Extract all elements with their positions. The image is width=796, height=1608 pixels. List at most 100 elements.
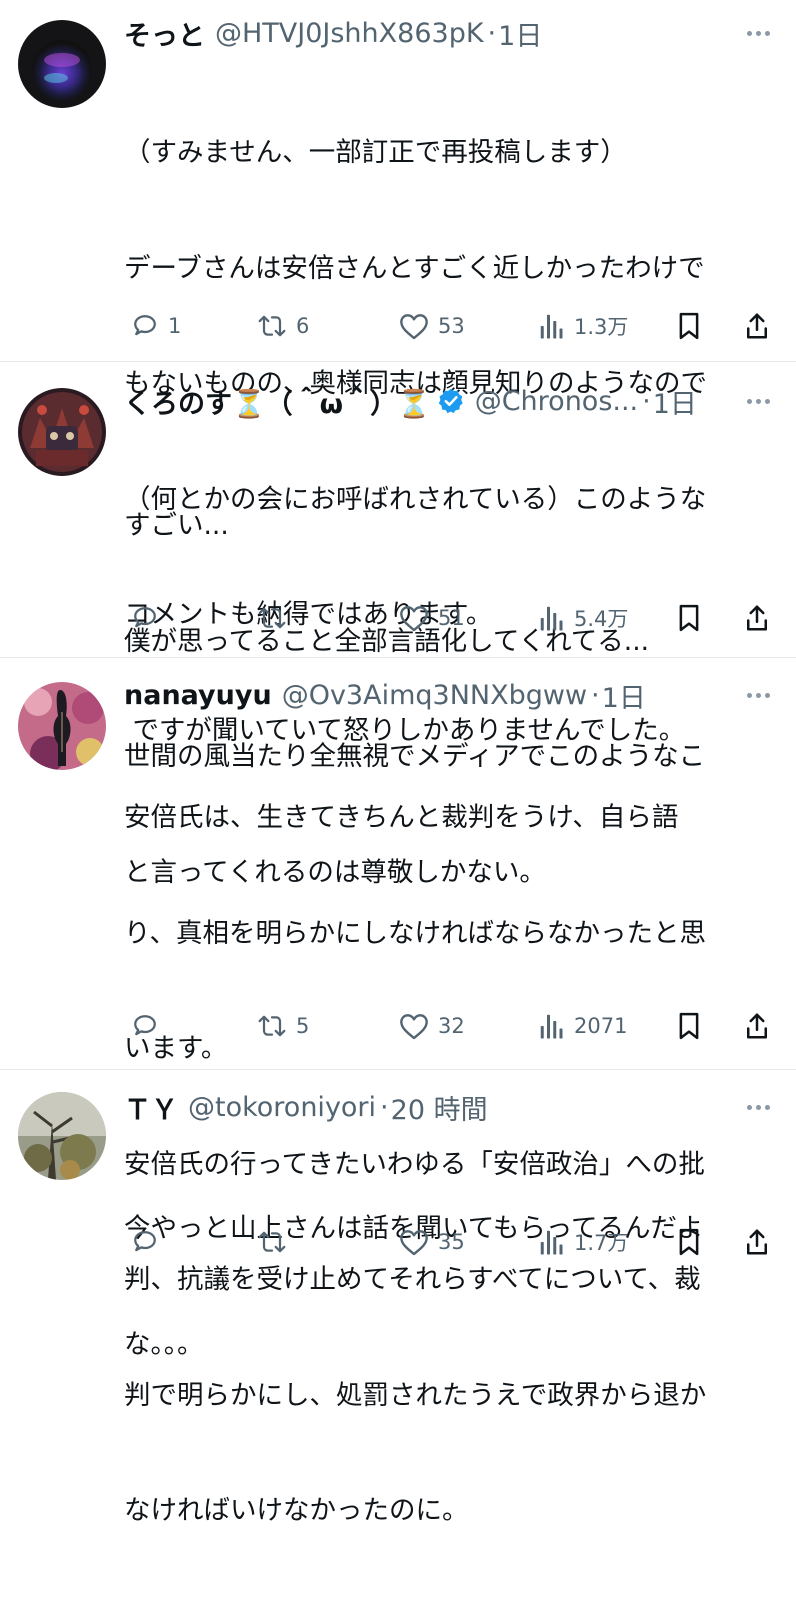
reply-icon xyxy=(130,1011,160,1041)
more-icon[interactable] xyxy=(747,1087,770,1127)
tweet-text: 今やっと山上さんは話を聞いてもらってるんだよ な。。。 xyxy=(124,1133,774,1441)
heart-icon xyxy=(398,603,430,633)
retweet-button[interactable]: 5 xyxy=(256,1006,309,1046)
action-bar: 5 32 2071 xyxy=(124,1006,776,1046)
display-name[interactable]: そっと xyxy=(124,14,205,53)
bookmark-button[interactable] xyxy=(676,306,702,346)
views-icon xyxy=(538,1227,566,1257)
retweet-count: 5 xyxy=(296,1014,310,1038)
reply-icon xyxy=(130,311,160,341)
more-icon[interactable] xyxy=(747,13,770,53)
retweet-count: 6 xyxy=(296,314,310,338)
avatar[interactable] xyxy=(18,388,106,476)
views-count: 1.3万 xyxy=(574,315,629,339)
display-name[interactable]: ＴＹ xyxy=(124,1088,178,1127)
bookmark-button[interactable] xyxy=(676,1222,702,1262)
separator-dot: · xyxy=(487,17,497,49)
heart-icon xyxy=(398,1011,430,1041)
retweet-button[interactable] xyxy=(256,598,296,638)
retweet-icon xyxy=(256,1011,288,1041)
like-button[interactable]: 35 xyxy=(398,1222,465,1262)
verified-badge-icon xyxy=(437,387,465,415)
more-icon[interactable] xyxy=(747,675,770,715)
text-line: なければいけなかったのに。 xyxy=(124,1495,469,1526)
display-name[interactable]: nanayuyu xyxy=(124,680,272,711)
reply-icon xyxy=(130,603,160,633)
avatar[interactable] xyxy=(18,20,106,108)
action-bar: 1 6 53 1.3万 xyxy=(124,306,776,346)
retweet-button[interactable]: 6 xyxy=(256,306,309,346)
retweet-icon xyxy=(256,603,288,633)
separator-dot: · xyxy=(591,679,600,711)
share-button[interactable] xyxy=(744,306,770,346)
share-icon xyxy=(744,1011,770,1041)
separator-dot: · xyxy=(642,385,651,417)
reply-button[interactable]: 1 xyxy=(130,306,181,346)
timestamp[interactable]: 1日 xyxy=(602,676,646,715)
display-name[interactable]: くろのす⏳（＾ω＾）⏳ xyxy=(124,382,431,421)
text-line: すごい... xyxy=(124,510,229,541)
views-count: 1.7万 xyxy=(574,1231,629,1255)
user-handle[interactable]: @Chronos... xyxy=(475,386,638,417)
heart-icon xyxy=(398,1227,430,1257)
views-icon xyxy=(538,311,566,341)
timestamp[interactable]: 1日 xyxy=(498,14,542,53)
like-button[interactable]: 32 xyxy=(398,1006,465,1046)
more-icon[interactable] xyxy=(747,381,770,421)
views-button[interactable]: 1.7万 xyxy=(538,1222,628,1262)
heart-icon xyxy=(398,311,430,341)
action-bar: 35 1.7万 xyxy=(124,1222,776,1262)
user-handle[interactable]: @Ov3Aimq3NNXbgww xyxy=(282,680,587,711)
tweet[interactable]: ＴＹ @tokoroniyori · 20 時間 今やっと山上さんは話を聞いても… xyxy=(0,1070,796,1360)
tweet[interactable]: nanayuyu @Ov3Aimq3NNXbgww · 1日 安倍氏は、生きてき… xyxy=(0,658,796,1526)
bookmark-icon xyxy=(676,603,702,633)
user-handle[interactable]: @HTVJ0JshhX863pK xyxy=(215,18,484,49)
views-icon xyxy=(538,1011,566,1041)
views-button[interactable]: 5.4万 xyxy=(538,598,628,638)
timestamp[interactable]: 1日 xyxy=(653,382,697,421)
views-button[interactable]: 1.3万 xyxy=(538,306,628,346)
retweet-button[interactable] xyxy=(256,1222,296,1262)
views-icon xyxy=(538,603,566,633)
retweet-icon xyxy=(256,1227,288,1257)
share-button[interactable] xyxy=(744,598,770,638)
like-button[interactable]: 53 xyxy=(398,306,465,346)
tweet[interactable]: くろのす⏳（＾ω＾）⏳ @Chronos... · 1日 すごい... 僕が思っ… xyxy=(0,362,796,888)
avatar[interactable] xyxy=(18,1092,106,1180)
separator-dot: · xyxy=(380,1091,389,1123)
bookmark-button[interactable] xyxy=(676,598,702,638)
bookmark-icon xyxy=(676,1011,702,1041)
tweet-header: そっと @HTVJ0JshhX863pK · 1日 xyxy=(124,13,770,53)
like-button[interactable]: 51 xyxy=(398,598,465,638)
tweet-header: ＴＹ @tokoroniyori · 20 時間 xyxy=(124,1087,770,1127)
views-count: 5.4万 xyxy=(574,607,629,631)
reply-button[interactable] xyxy=(130,1006,168,1046)
share-button[interactable] xyxy=(744,1006,770,1046)
tweet-header: くろのす⏳（＾ω＾）⏳ @Chronos... · 1日 xyxy=(124,381,770,421)
share-icon xyxy=(744,603,770,633)
text-line: な。。。 xyxy=(124,1328,204,1360)
tweet[interactable]: そっと @HTVJ0JshhX863pK · 1日 （すみません、一部訂正で再投… xyxy=(0,0,796,746)
like-count: 53 xyxy=(438,314,465,338)
reply-button[interactable] xyxy=(130,598,168,638)
text-line: デーブさんは安倍さんとすごく近しかったわけで xyxy=(124,252,705,284)
reply-button[interactable] xyxy=(130,1222,168,1262)
retweet-icon xyxy=(256,311,288,341)
action-bar: 51 5.4万 xyxy=(124,598,776,638)
text-line: 安倍氏は、生きてきちんと裁判をうけ、自ら語 xyxy=(124,802,679,833)
like-count: 32 xyxy=(438,1014,465,1038)
bookmark-icon xyxy=(676,1227,702,1257)
tweet-header: nanayuyu @Ov3Aimq3NNXbgww · 1日 xyxy=(124,675,770,715)
views-button[interactable]: 2071 xyxy=(538,1006,627,1046)
user-handle[interactable]: @tokoroniyori xyxy=(188,1092,376,1123)
text-line: り、真相を明らかにしなければならなかったと思 xyxy=(124,917,706,949)
avatar[interactable] xyxy=(18,682,106,770)
like-count: 35 xyxy=(438,1230,465,1254)
timestamp[interactable]: 20 時間 xyxy=(391,1088,488,1127)
bookmark-button[interactable] xyxy=(676,1006,702,1046)
share-icon xyxy=(744,311,770,341)
views-count: 2071 xyxy=(574,1014,628,1038)
text-line: （すみません、一部訂正で再投稿します） xyxy=(124,137,627,168)
share-button[interactable] xyxy=(744,1222,770,1262)
share-icon xyxy=(744,1227,770,1257)
